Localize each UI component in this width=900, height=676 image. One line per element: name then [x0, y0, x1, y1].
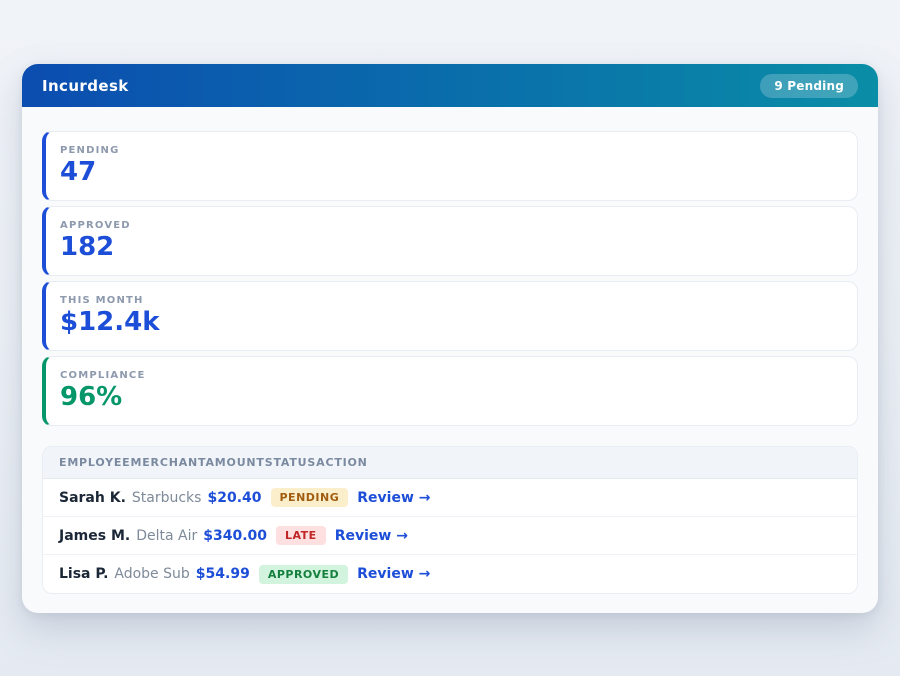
review-link[interactable]: Review → — [357, 490, 430, 506]
employee-name: James M. — [59, 528, 130, 544]
merchant-name: Starbucks — [132, 490, 202, 506]
stat-card-approved: APPROVED 182 — [42, 206, 858, 276]
column-header-status: STATUS — [265, 456, 316, 469]
merchant-name: Adobe Sub — [114, 566, 189, 582]
merchant-name: Delta Air — [136, 528, 197, 544]
column-header-action: ACTION — [316, 456, 368, 469]
pending-count-badge[interactable]: 9 Pending — [760, 74, 858, 98]
stat-value-this-month: $12.4k — [60, 308, 841, 337]
stat-value-pending: 47 — [60, 158, 841, 187]
app-title: Incurdesk — [42, 77, 129, 95]
stat-label-pending: PENDING — [60, 145, 841, 156]
column-header-merchant: MERCHANT — [131, 456, 206, 469]
table-row: Sarah K. Starbucks $20.40 PENDING Review… — [43, 479, 857, 517]
status-badge: APPROVED — [259, 565, 348, 584]
expenses-table: EMPLOYEEMERCHANTAMOUNTSTATUSACTION Sarah… — [42, 446, 858, 594]
stat-label-this-month: THIS MONTH — [60, 295, 841, 306]
stat-card-pending: PENDING 47 — [42, 131, 858, 201]
status-badge: LATE — [276, 526, 326, 545]
review-link[interactable]: Review → — [357, 566, 430, 582]
review-link[interactable]: Review → — [335, 528, 408, 544]
table-row: Lisa P. Adobe Sub $54.99 APPROVED Review… — [43, 555, 857, 593]
stat-value-approved: 182 — [60, 233, 841, 262]
stat-card-compliance: COMPLIANCE 96% — [42, 356, 858, 426]
stat-value-compliance: 96% — [60, 383, 841, 412]
table-row: James M. Delta Air $340.00 LATE Review → — [43, 517, 857, 555]
table-header-row: EMPLOYEEMERCHANTAMOUNTSTATUSACTION — [43, 447, 857, 479]
app-header: Incurdesk 9 Pending — [22, 64, 878, 107]
expense-amount: $340.00 — [203, 528, 267, 544]
employee-name: Lisa P. — [59, 566, 108, 582]
stat-label-approved: APPROVED — [60, 220, 841, 231]
incurdesk-app-window: Incurdesk 9 Pending PENDING 47 APPROVED … — [22, 64, 878, 613]
stat-label-compliance: COMPLIANCE — [60, 370, 841, 381]
stat-card-this-month: THIS MONTH $12.4k — [42, 281, 858, 351]
expense-amount: $54.99 — [196, 566, 250, 582]
status-badge: PENDING — [271, 488, 349, 507]
column-header-amount: AMOUNT — [205, 456, 264, 469]
column-header-employee: EMPLOYEE — [59, 456, 131, 469]
main-content: PENDING 47 APPROVED 182 THIS MONTH $12.4… — [22, 107, 878, 614]
employee-name: Sarah K. — [59, 490, 126, 506]
expense-amount: $20.40 — [207, 490, 261, 506]
